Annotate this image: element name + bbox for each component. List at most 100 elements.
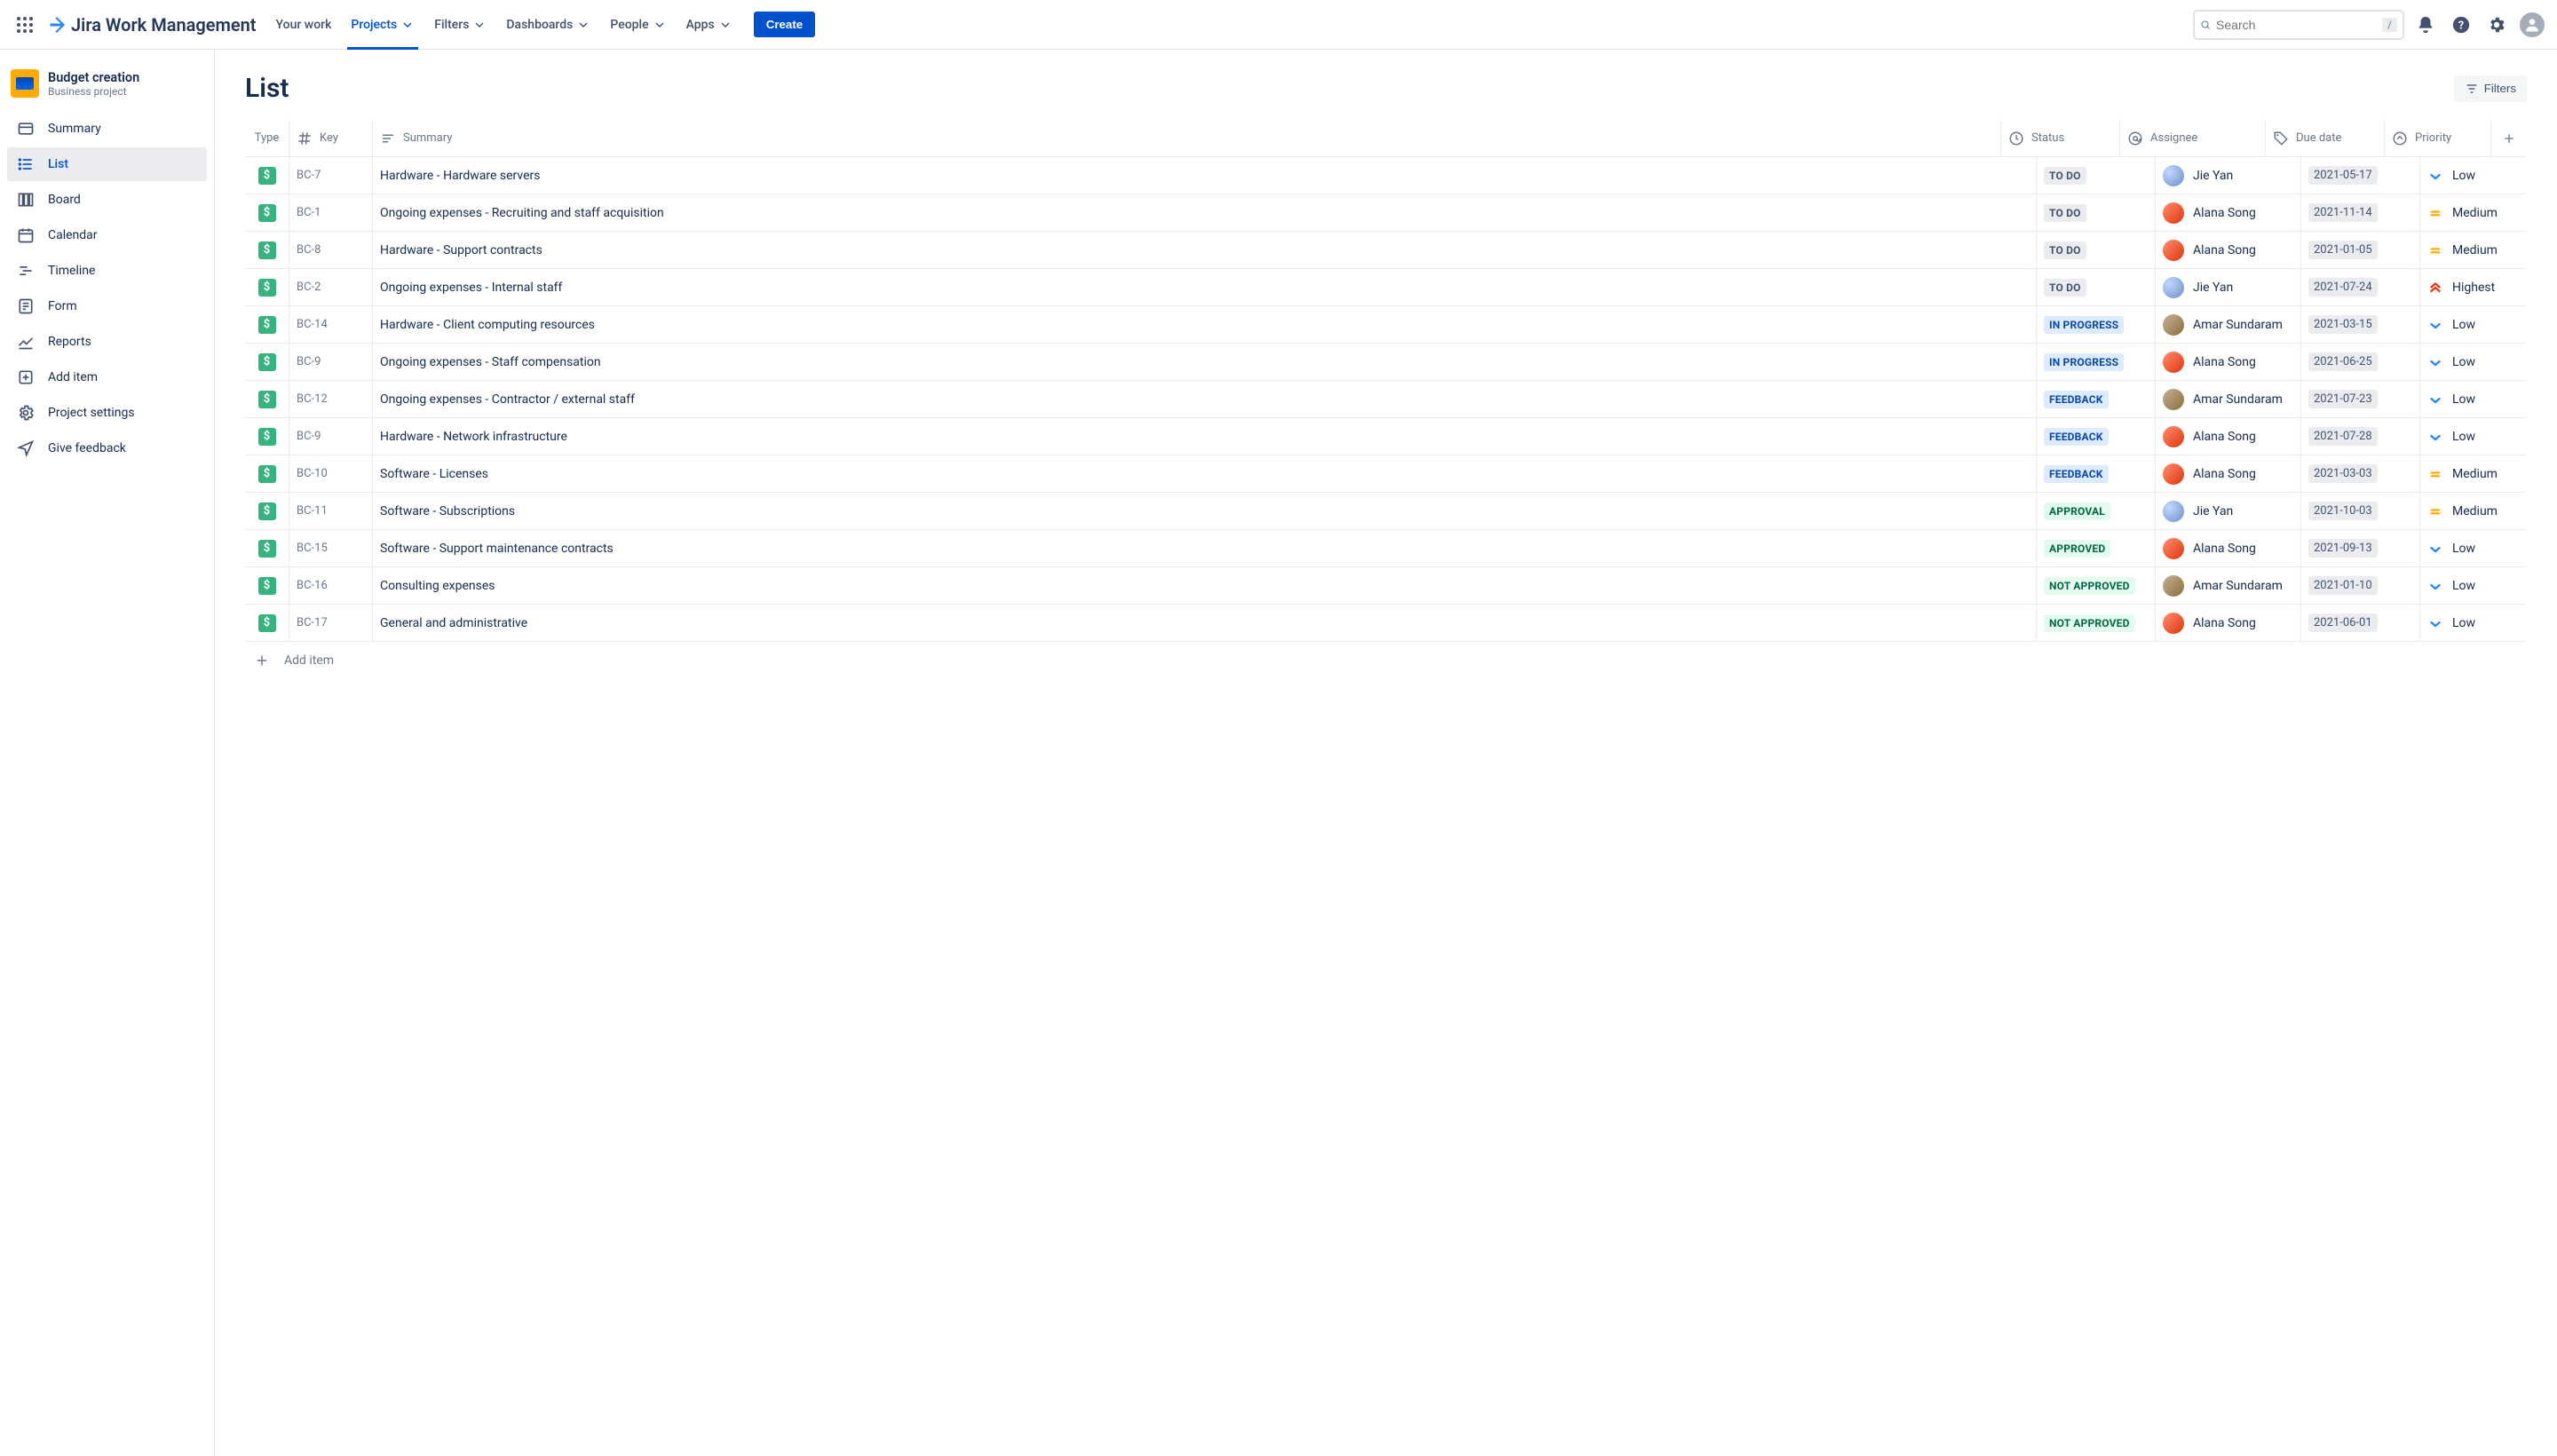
summary-cell[interactable]: Ongoing expenses - Internal staff: [373, 269, 2037, 305]
summary-cell[interactable]: Software - Support maintenance contracts: [373, 530, 2037, 566]
assignee-cell[interactable]: Amar Sundaram: [2156, 567, 2301, 604]
issue-key-cell[interactable]: BC-9: [289, 344, 373, 380]
status-cell[interactable]: IN PROGRESS: [2037, 306, 2156, 343]
table-row[interactable]: $ BC-15 Software - Support maintenance c…: [245, 530, 2527, 567]
profile-avatar[interactable]: [2518, 11, 2546, 39]
status-cell[interactable]: NOT APPROVED: [2037, 605, 2156, 641]
due-date-cell[interactable]: 2021-03-15: [2301, 306, 2420, 343]
priority-cell[interactable]: Low: [2420, 541, 2527, 557]
summary-cell[interactable]: Hardware - Support contracts: [373, 232, 2037, 268]
summary-cell[interactable]: Consulting expenses: [373, 567, 2037, 604]
nav-item-people[interactable]: People: [601, 0, 675, 50]
issue-key-cell[interactable]: BC-1: [289, 194, 373, 231]
search-box[interactable]: /: [2193, 10, 2404, 40]
notifications-icon[interactable]: [2411, 11, 2440, 39]
issue-key-cell[interactable]: BC-16: [289, 567, 373, 604]
priority-cell[interactable]: Medium: [2420, 242, 2527, 258]
table-row[interactable]: $ BC-12 Ongoing expenses - Contractor / …: [245, 381, 2527, 418]
sidebar-item-summary[interactable]: Summary: [7, 112, 207, 146]
sidebar-item-project-settings[interactable]: Project settings: [7, 396, 207, 430]
summary-cell[interactable]: Hardware - Client computing resources: [373, 306, 2037, 343]
status-cell[interactable]: APPROVAL: [2037, 493, 2156, 529]
priority-cell[interactable]: Medium: [2420, 466, 2527, 482]
due-date-cell[interactable]: 2021-06-01: [2301, 605, 2420, 641]
due-date-cell[interactable]: 2021-01-10: [2301, 567, 2420, 604]
issue-key-cell[interactable]: BC-12: [289, 381, 373, 417]
assignee-cell[interactable]: Alana Song: [2156, 232, 2301, 268]
sidebar-item-calendar[interactable]: Calendar: [7, 218, 207, 252]
due-date-cell[interactable]: 2021-07-24: [2301, 269, 2420, 305]
priority-cell[interactable]: Low: [2420, 317, 2527, 333]
settings-icon[interactable]: [2482, 11, 2511, 39]
sidebar-item-list[interactable]: List: [7, 147, 207, 181]
status-cell[interactable]: FEEDBACK: [2037, 455, 2156, 492]
status-cell[interactable]: APPROVED: [2037, 530, 2156, 566]
filters-button[interactable]: Filters: [2454, 75, 2527, 102]
nav-item-projects[interactable]: Projects: [342, 0, 424, 50]
table-row[interactable]: $ BC-1 Ongoing expenses - Recruiting and…: [245, 194, 2527, 232]
nav-item-apps[interactable]: Apps: [677, 0, 741, 50]
assignee-cell[interactable]: Jie Yan: [2156, 269, 2301, 305]
priority-cell[interactable]: Low: [2420, 578, 2527, 594]
issue-key-cell[interactable]: BC-11: [289, 493, 373, 529]
table-row[interactable]: $ BC-11 Software - Subscriptions APPROVA…: [245, 493, 2527, 530]
status-cell[interactable]: FEEDBACK: [2037, 381, 2156, 417]
summary-cell[interactable]: Hardware - Network infrastructure: [373, 418, 2037, 455]
issue-key-cell[interactable]: BC-9: [289, 418, 373, 455]
assignee-cell[interactable]: Alana Song: [2156, 418, 2301, 455]
table-row[interactable]: $ BC-7 Hardware - Hardware servers TO DO…: [245, 157, 2527, 194]
table-row[interactable]: $ BC-10 Software - Licenses FEEDBACK Ala…: [245, 455, 2527, 493]
summary-cell[interactable]: Ongoing expenses - Contractor / external…: [373, 381, 2037, 417]
status-cell[interactable]: TO DO: [2037, 157, 2156, 194]
sidebar-item-add-item[interactable]: Add item: [7, 360, 207, 394]
col-assignee[interactable]: Assignee: [2120, 120, 2266, 156]
table-row[interactable]: $ BC-14 Hardware - Client computing reso…: [245, 306, 2527, 344]
assignee-cell[interactable]: Amar Sundaram: [2156, 381, 2301, 417]
due-date-cell[interactable]: 2021-07-23: [2301, 381, 2420, 417]
col-type[interactable]: Type: [245, 120, 289, 156]
summary-cell[interactable]: Software - Subscriptions: [373, 493, 2037, 529]
assignee-cell[interactable]: Alana Song: [2156, 344, 2301, 380]
status-cell[interactable]: TO DO: [2037, 232, 2156, 268]
priority-cell[interactable]: Low: [2420, 429, 2527, 445]
priority-cell[interactable]: Low: [2420, 392, 2527, 408]
sidebar-item-board[interactable]: Board: [7, 183, 207, 217]
assignee-cell[interactable]: Alana Song: [2156, 194, 2301, 231]
add-column-button[interactable]: [2491, 131, 2527, 146]
app-switcher-icon[interactable]: [11, 11, 39, 39]
assignee-cell[interactable]: Alana Song: [2156, 455, 2301, 492]
assignee-cell[interactable]: Alana Song: [2156, 605, 2301, 641]
issue-key-cell[interactable]: BC-15: [289, 530, 373, 566]
issue-key-cell[interactable]: BC-14: [289, 306, 373, 343]
assignee-cell[interactable]: Amar Sundaram: [2156, 306, 2301, 343]
table-row[interactable]: $ BC-8 Hardware - Support contracts TO D…: [245, 232, 2527, 269]
due-date-cell[interactable]: 2021-07-28: [2301, 418, 2420, 455]
status-cell[interactable]: IN PROGRESS: [2037, 344, 2156, 380]
issue-key-cell[interactable]: BC-2: [289, 269, 373, 305]
sidebar-item-reports[interactable]: Reports: [7, 325, 207, 359]
table-row[interactable]: $ BC-17 General and administrative NOT A…: [245, 605, 2527, 642]
col-key[interactable]: Key: [289, 120, 373, 156]
status-cell[interactable]: TO DO: [2037, 269, 2156, 305]
status-cell[interactable]: NOT APPROVED: [2037, 567, 2156, 604]
assignee-cell[interactable]: Jie Yan: [2156, 493, 2301, 529]
assignee-cell[interactable]: Alana Song: [2156, 530, 2301, 566]
status-cell[interactable]: FEEDBACK: [2037, 418, 2156, 455]
col-priority[interactable]: Priority: [2385, 120, 2491, 156]
due-date-cell[interactable]: 2021-11-14: [2301, 194, 2420, 231]
nav-item-your-work[interactable]: Your work: [267, 0, 341, 50]
issue-key-cell[interactable]: BC-17: [289, 605, 373, 641]
priority-cell[interactable]: Low: [2420, 354, 2527, 370]
help-icon[interactable]: ?: [2447, 11, 2475, 39]
status-cell[interactable]: TO DO: [2037, 194, 2156, 231]
due-date-cell[interactable]: 2021-10-03: [2301, 493, 2420, 529]
due-date-cell[interactable]: 2021-03-03: [2301, 455, 2420, 492]
table-row[interactable]: $ BC-2 Ongoing expenses - Internal staff…: [245, 269, 2527, 306]
table-row[interactable]: $ BC-9 Ongoing expenses - Staff compensa…: [245, 344, 2527, 381]
issue-key-cell[interactable]: BC-7: [289, 157, 373, 194]
sidebar-item-timeline[interactable]: Timeline: [7, 254, 207, 288]
due-date-cell[interactable]: 2021-01-05: [2301, 232, 2420, 268]
summary-cell[interactable]: Ongoing expenses - Recruiting and staff …: [373, 194, 2037, 231]
nav-item-filters[interactable]: Filters: [425, 0, 495, 50]
priority-cell[interactable]: Medium: [2420, 205, 2527, 221]
